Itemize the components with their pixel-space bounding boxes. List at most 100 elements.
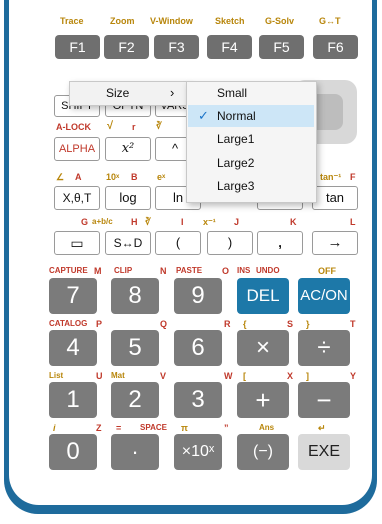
label-q: Q <box>160 319 168 329</box>
submenu-item-large2[interactable]: Large2 <box>217 152 254 174</box>
label-g: G <box>81 217 89 227</box>
paste-label: PASTE <box>176 266 203 275</box>
undo-label: UNDO <box>256 266 280 275</box>
label-w: W <box>224 371 233 381</box>
label-f: F <box>350 172 356 182</box>
f5-shift-label: G-Solv <box>265 16 295 26</box>
f3-shift-label: V-Window <box>150 16 193 26</box>
off-label: OFF <box>318 266 336 276</box>
imag-label: i <box>53 423 56 433</box>
negative-key[interactable]: (−) <box>237 434 289 470</box>
comma-key[interactable]: , <box>257 231 303 255</box>
key-5[interactable]: 5 <box>111 330 159 366</box>
brace-close-label: } <box>306 319 310 329</box>
label-s: S <box>287 319 294 329</box>
frac-key[interactable]: ▭ <box>54 231 100 255</box>
store-arrow-key[interactable]: → <box>312 231 358 255</box>
f1-shift-label: Trace <box>60 16 84 26</box>
f1-key[interactable]: F1 <box>55 35 100 59</box>
ins-label: INS <box>237 266 251 275</box>
submenu-item-small[interactable]: Small <box>217 82 247 104</box>
key-3[interactable]: 3 <box>174 382 222 418</box>
alpha-key[interactable]: ALPHA <box>54 137 100 161</box>
label-t: T <box>350 319 356 329</box>
calculator-window: Trace Zoom V-Window Sketch G-Solv G↔T F1… <box>0 0 382 524</box>
exe-key[interactable]: EXE <box>298 434 350 470</box>
exp10-key[interactable]: ×10ˣ <box>174 434 222 470</box>
label-p: P <box>96 319 103 329</box>
root-label: √ <box>107 120 114 132</box>
submenu-item-large1[interactable]: Large1 <box>217 128 254 150</box>
reciprocal-label: x⁻¹ <box>203 217 216 227</box>
divide-key[interactable]: ÷ <box>298 330 350 366</box>
space-label: SPACE <box>140 423 167 432</box>
equals-label: = <box>116 423 122 433</box>
exp-label: eˣ <box>157 172 166 182</box>
multiply-key[interactable]: × <box>237 330 289 366</box>
key-9[interactable]: 9 <box>174 278 222 314</box>
open-paren-key[interactable]: ( <box>155 231 201 255</box>
close-paren-key[interactable]: ) <box>207 231 253 255</box>
plus-key[interactable]: + <box>237 382 289 418</box>
f6-shift-label: G↔T <box>319 16 341 26</box>
f6-key[interactable]: F6 <box>313 35 358 59</box>
ans-label: Ans <box>259 423 275 432</box>
label-h: H <box>131 217 138 227</box>
label-u: U <box>96 371 103 381</box>
catalog-label: CATALOG <box>49 319 88 328</box>
list-label: List <box>49 371 64 380</box>
pi-label: π <box>181 423 188 433</box>
fraction-label: a+b/c <box>92 217 113 226</box>
label-x: X <box>287 371 294 381</box>
f2-key[interactable]: F2 <box>104 35 149 59</box>
f5-key[interactable]: F5 <box>259 35 304 59</box>
submenu-item-large3[interactable]: Large3 <box>217 175 254 197</box>
atan-label: tan⁻¹ <box>320 172 342 182</box>
cbrt-label: ∛ <box>156 121 162 131</box>
fraction-icon: ▭ <box>70 235 84 251</box>
r-label: r <box>132 122 136 132</box>
minus-key[interactable]: − <box>298 382 350 418</box>
size-submenu: Small ✓ Normal Large1 Large2 Large3 <box>186 81 317 203</box>
angle-label: ∠ <box>56 172 65 182</box>
cbrt2-label: ∛ <box>145 217 151 227</box>
log-key[interactable]: log <box>105 186 151 210</box>
mat-label: Mat <box>111 371 125 380</box>
alock-label: A-LOCK <box>56 122 91 132</box>
label-z: Z <box>96 423 102 433</box>
key-2[interactable]: 2 <box>111 382 159 418</box>
brace-open-label: { <box>243 319 247 329</box>
f3-key[interactable]: F3 <box>154 35 199 59</box>
bracket-open-label: [ <box>243 371 246 381</box>
xthetat-key[interactable]: X,θ,T <box>54 186 100 210</box>
key-7[interactable]: 7 <box>49 278 97 314</box>
f4-key[interactable]: F4 <box>207 35 252 59</box>
label-a: A <box>75 172 82 182</box>
f4-shift-label: Sketch <box>215 16 245 26</box>
label-m: M <box>94 266 102 276</box>
key-1[interactable]: 1 <box>49 382 97 418</box>
label-i: I <box>181 217 184 227</box>
submenu-item-normal[interactable]: Normal <box>217 105 256 127</box>
quote-label: ” <box>224 423 229 433</box>
capture-label: CAPTURE <box>49 266 88 275</box>
submenu-arrow-icon: › <box>170 85 175 100</box>
key-8[interactable]: 8 <box>111 278 159 314</box>
bracket-close-label: ] <box>306 371 309 381</box>
del-key[interactable]: DEL <box>237 278 289 314</box>
key-4[interactable]: 4 <box>49 330 97 366</box>
context-menu: Size › <box>69 81 189 106</box>
label-j: J <box>234 217 240 227</box>
key-0[interactable]: 0 <box>49 434 97 470</box>
ten-power-label: 10ˣ <box>106 172 120 182</box>
label-v: V <box>160 371 167 381</box>
decimal-point-key[interactable]: · <box>111 434 159 470</box>
key-6[interactable]: 6 <box>174 330 222 366</box>
clip-label: CLIP <box>114 266 133 275</box>
ac-on-key[interactable]: AC/ON <box>298 278 350 314</box>
sd-key[interactable]: S↔D <box>105 231 151 255</box>
menu-item-size[interactable]: Size <box>106 82 129 104</box>
checkmark-icon: ✓ <box>198 108 209 123</box>
square-key[interactable]: x² <box>105 137 151 161</box>
tan-key[interactable]: tan <box>312 186 358 210</box>
